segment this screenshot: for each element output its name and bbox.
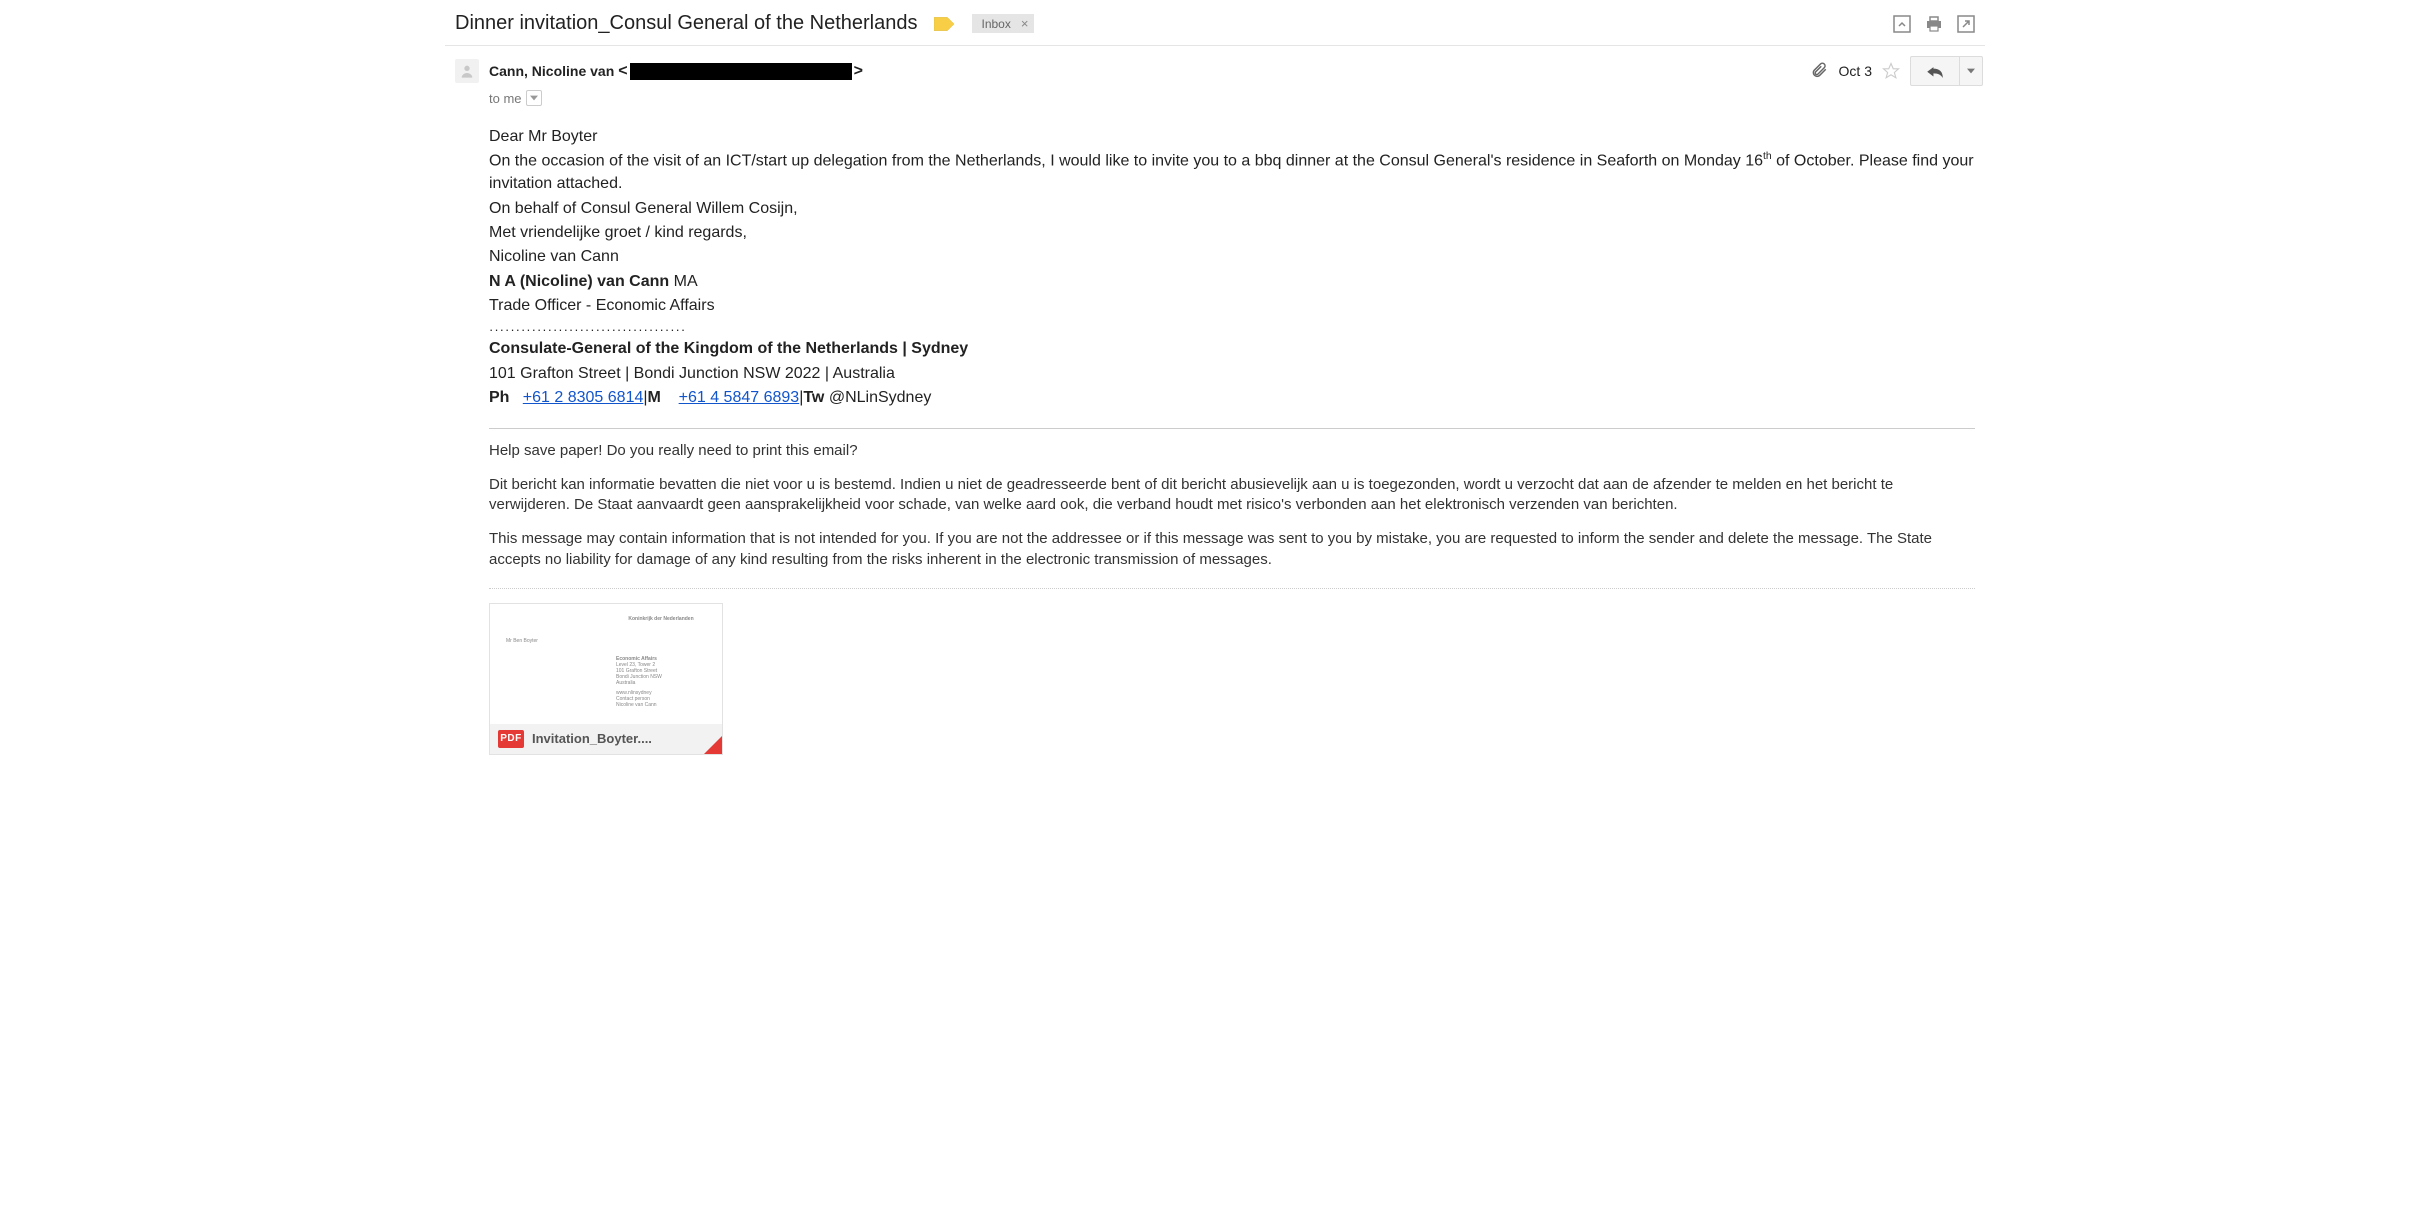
disclaimer-block: Help save paper! Do you really need to p… (489, 441, 1975, 570)
signature-name: N A (Nicoline) van Cann MA (489, 271, 1975, 293)
label-chip-remove-icon[interactable]: × (1021, 16, 1029, 31)
subject-title: Dinner invitation_Consul General of the … (455, 12, 918, 35)
collapse-icon[interactable] (1893, 15, 1911, 33)
attachments-separator (489, 588, 1975, 589)
twitter-handle: @NLinSydney (829, 387, 932, 409)
reply-more-button[interactable] (1960, 56, 1983, 86)
consulate-address: 101 Grafton Street | Bondi Junction NSW … (489, 363, 1975, 385)
recipients-text: to me (489, 91, 522, 106)
caret-down-icon (1967, 67, 1975, 75)
body-line-2: On behalf of Consul General Willem Cosij… (489, 198, 1975, 220)
signature-title: Trade Officer - Economic Affairs (489, 295, 1975, 317)
message-date: Oct 3 (1839, 63, 1872, 79)
show-details-dropdown-icon[interactable] (526, 90, 542, 106)
star-icon[interactable] (1882, 62, 1900, 80)
dotted-separator: ····································· (489, 323, 1975, 336)
phone-link[interactable]: +61 2 8305 6814 (523, 387, 644, 409)
subject-row: Dinner invitation_Consul General of the … (445, 8, 1985, 46)
contact-line: Ph +61 2 8305 6814 | M +61 4 5847 6893 |… (489, 387, 1975, 409)
print-icon[interactable] (1925, 15, 1943, 33)
attachment-footer: PDF Invitation_Boyter.... (490, 724, 722, 754)
sender-name[interactable]: Cann, Nicoline van (489, 63, 614, 79)
disclaimer-nl: Dit bericht kan informatie bevatten die … (489, 475, 1975, 516)
fold-corner-icon (704, 736, 722, 754)
consulate-heading: Consulate-General of the Kingdom of the … (489, 338, 1975, 360)
email-container: Dinner invitation_Consul General of the … (445, 0, 1985, 785)
angle-bracket-right: > (854, 62, 863, 79)
message-meta-right: Oct 3 (1809, 56, 1983, 86)
subject-action-row (1893, 15, 1975, 33)
reply-button-group (1910, 56, 1983, 86)
body-line-4: Nicoline van Cann (489, 246, 1975, 268)
sender-block: Cann, Nicoline van < > Oct 3 (445, 46, 1985, 106)
sender-row: Cann, Nicoline van < > Oct 3 (445, 56, 1985, 86)
mobile-link[interactable]: +61 4 5847 6893 (679, 387, 800, 409)
attachment-thumbnail: Mr Ben Boyter Koninkrijk der Nederlanden… (490, 604, 722, 724)
open-new-window-icon[interactable] (1957, 15, 1975, 33)
message-body: Dear Mr Boyter On the occasion of the vi… (445, 106, 1985, 589)
label-chip-inbox[interactable]: Inbox × (972, 14, 1035, 33)
sender-avatar[interactable] (455, 59, 479, 83)
angle-bracket-left: < (618, 62, 627, 79)
body-paragraph-1: On the occasion of the visit of an ICT/s… (489, 150, 1975, 195)
body-greeting: Dear Mr Boyter (489, 126, 1975, 148)
recipients-row[interactable]: to me (445, 90, 1985, 106)
label-chip-text: Inbox (982, 17, 1011, 31)
divider (489, 428, 1975, 429)
reply-arrow-icon (1925, 64, 1945, 78)
attachment-indicator-icon[interactable] (1809, 61, 1829, 82)
disclaimer-en: This message may contain information tha… (489, 529, 1975, 570)
importance-marker-icon[interactable] (934, 17, 954, 31)
attachment-card[interactable]: Mr Ben Boyter Koninkrijk der Nederlanden… (489, 603, 723, 755)
body-line-3: Met vriendelijke groet / kind regards, (489, 222, 1975, 244)
pdf-badge-icon: PDF (498, 730, 524, 748)
attachment-filename: Invitation_Boyter.... (532, 731, 652, 746)
help-save-paper: Help save paper! Do you really need to p… (489, 441, 1975, 461)
reply-button[interactable] (1910, 56, 1960, 86)
sender-email-redacted (630, 63, 852, 80)
